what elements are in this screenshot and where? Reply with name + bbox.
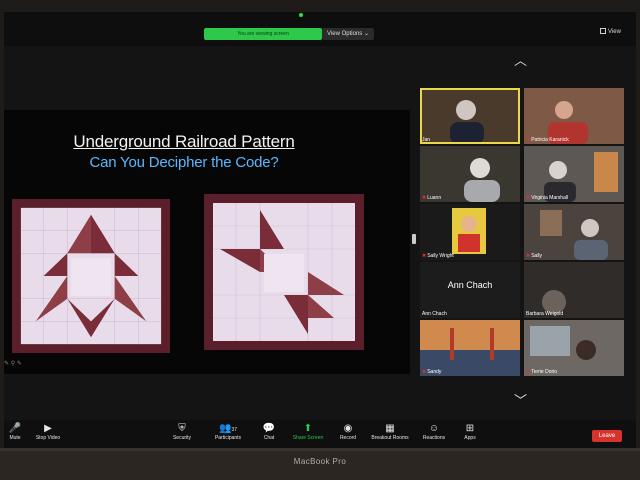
video-tile-terrie[interactable]: ✖Terrie Dorio — [524, 320, 624, 376]
record-button[interactable]: ◉ Record — [336, 422, 360, 441]
video-tile-luann[interactable]: ✖Luann — [420, 146, 520, 202]
record-icon: ◉ — [343, 423, 353, 434]
video-tile-jan[interactable]: Jan — [420, 88, 520, 144]
meeting-toolbar: 🎤 Mute ▶ Stop Video ⛨ Security 👥37 Participa… — [4, 420, 636, 448]
video-tile-sandy[interactable]: ✖Sandy — [420, 320, 520, 376]
participant-video-icon — [524, 204, 624, 260]
chat-button[interactable]: 💬 Chat — [258, 422, 280, 441]
shared-screen-slide: Underground Railroad Pattern Can You Dec… — [4, 110, 410, 374]
leave-button[interactable]: Leave — [592, 430, 622, 442]
mute-button[interactable]: 🎤 Mute — [6, 422, 24, 441]
participant-video-icon — [524, 88, 624, 144]
muted-mic-icon: ✖ — [526, 195, 531, 201]
viewing-screen-banner: You are viewing screen — [204, 28, 322, 40]
video-tile-sally-wright[interactable]: ✖Sally Wright — [420, 204, 520, 260]
muted-mic-icon: ✖ — [526, 137, 531, 143]
participant-name: ✖Sally Wright — [422, 253, 454, 259]
grid-icon — [600, 28, 606, 35]
participant-video-icon — [420, 88, 520, 144]
video-tile-barbara[interactable]: Barbara Weigold — [524, 262, 624, 318]
muted-mic-icon: ✖ — [526, 369, 531, 375]
participant-name: ✖Patricia Karanick — [526, 137, 569, 143]
participant-avatar-image — [420, 204, 520, 260]
security-button[interactable]: ⛨ Security — [168, 422, 196, 441]
video-tile-patricia[interactable]: ✖Patricia Karanick — [524, 88, 624, 144]
quilt-block-image-2 — [204, 194, 364, 350]
participants-button[interactable]: 👥37 Participants — [208, 422, 248, 441]
muted-mic-icon: ✖ — [526, 253, 531, 259]
view-options-button[interactable]: View Options ⌄ — [322, 28, 374, 40]
reactions-button[interactable]: ☺ Reactions — [420, 422, 448, 441]
people-icon: 👥37 — [218, 423, 237, 434]
apps-icon: ⊞ — [465, 423, 475, 434]
hinge-edge — [0, 448, 640, 451]
laptop-hinge: MacBook Pro — [0, 448, 640, 480]
video-tile-virginia[interactable]: ✖Virginia Marshall — [524, 146, 624, 202]
zoom-window: You are viewing screen View Options ⌄ Vi… — [4, 12, 636, 448]
muted-mic-icon: ✖ — [422, 253, 427, 259]
participant-name: ✖Sally — [526, 253, 543, 259]
gallery-down-chevron-icon[interactable]: ﹀ — [514, 394, 527, 407]
participant-video-icon — [524, 146, 624, 202]
participant-name: ✖Luann — [422, 195, 442, 201]
chat-bubble-icon: 💬 — [262, 423, 276, 434]
participant-name: ✖Terrie Dorio — [526, 369, 558, 375]
slide-title: Underground Railroad Pattern — [73, 132, 295, 151]
slide-subtitle: Can You Decipher the Code? — [89, 154, 279, 171]
stop-video-button[interactable]: ▶ Stop Video — [30, 422, 66, 441]
participant-name: ✖Sandy — [422, 369, 442, 375]
video-tile-ann-chach[interactable]: Ann Chach Ann Chach — [420, 262, 520, 318]
muted-mic-icon: ✖ — [422, 195, 427, 201]
camera-indicator — [299, 13, 303, 17]
quilt-block-image-1 — [12, 198, 170, 354]
share-screen-button[interactable]: ⬆ Share Screen — [290, 422, 326, 441]
video-camera-icon: ▶ — [44, 423, 52, 434]
top-bar: You are viewing screen View Options ⌄ Vi… — [4, 12, 636, 46]
view-button[interactable]: View — [600, 26, 632, 38]
split-handle[interactable] — [412, 234, 416, 244]
view-label: View — [608, 29, 621, 35]
smiley-icon: ☺ — [428, 423, 440, 434]
participant-name: Barbara Weigold — [526, 311, 564, 317]
muted-mic-icon: ✖ — [422, 369, 427, 375]
participant-gallery: Jan ✖Patricia Karanick ✖Luann ✖Virginia … — [418, 84, 624, 376]
participant-video-icon — [524, 262, 624, 318]
participant-name: Ann Chach — [422, 311, 447, 317]
breakout-grid-icon: ▦ — [385, 423, 395, 434]
annotation-tools[interactable]: ✎ ⚲ ✎ — [4, 360, 22, 367]
apps-button[interactable]: ⊞ Apps — [460, 422, 480, 441]
participant-name: Jan — [422, 137, 431, 143]
microphone-icon: 🎤 — [8, 423, 22, 434]
breakout-rooms-button[interactable]: ▦ Breakout Rooms — [368, 422, 412, 441]
video-tile-sally[interactable]: ✖Sally — [524, 204, 624, 260]
participant-display-name: Ann Chach — [447, 280, 493, 290]
laptop-brand-label: MacBook Pro — [293, 457, 347, 466]
participant-video-icon — [524, 320, 624, 376]
share-screen-icon: ⬆ — [303, 423, 313, 434]
shield-icon: ⛨ — [178, 423, 186, 434]
participant-video-icon — [420, 146, 520, 202]
participant-background-image — [420, 320, 520, 376]
gallery-up-chevron-icon[interactable]: ︿ — [514, 54, 527, 67]
participant-name: ✖Virginia Marshall — [526, 195, 569, 201]
